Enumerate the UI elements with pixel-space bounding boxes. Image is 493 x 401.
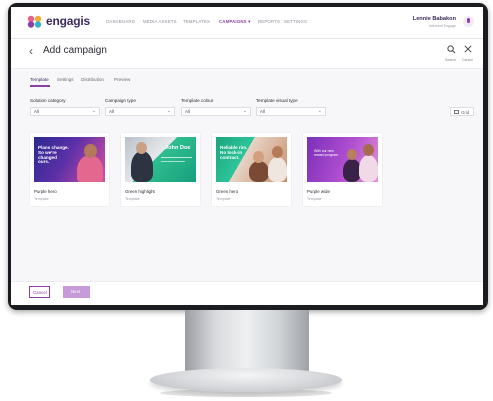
chevron-down-icon: ⌄ (91, 108, 96, 114)
nav-settings[interactable]: SETTINGS (284, 19, 307, 24)
template-thumbnail: John Doe (125, 137, 196, 182)
person-head (84, 144, 97, 158)
filter-label-template-colour: Template colour (181, 98, 214, 103)
back-chevron-left-icon[interactable]: ‹ (29, 44, 33, 58)
person-head (253, 151, 264, 163)
person-image (268, 157, 287, 182)
tab-distribution[interactable]: Distribution (81, 77, 104, 82)
brand-name: engagis (46, 14, 90, 28)
thumbnail-headline: John Doe (165, 145, 191, 151)
next-button[interactable]: Next (63, 286, 90, 298)
select-value: All (185, 109, 190, 114)
person-head (363, 144, 374, 156)
monitor-stand-neck (185, 310, 309, 374)
tab-template[interactable]: Template (30, 77, 49, 82)
monitor-stand-base (150, 368, 342, 392)
solution-category-select[interactable]: All ⌄ (30, 107, 100, 116)
template-subtitle: Template (125, 197, 140, 201)
active-tab-indicator (30, 85, 50, 87)
tab-preview[interactable]: Preview (114, 77, 130, 82)
template-card-purple-hero[interactable]: Plans change. So we're changed ours. Pur… (30, 133, 109, 206)
person-head (272, 146, 283, 158)
thumbnail-rule (161, 157, 192, 158)
template-colour-select[interactable]: All ⌄ (181, 107, 251, 116)
template-card-green-highlight[interactable]: John Doe Green highlight Template (121, 133, 200, 206)
select-value: All (260, 109, 265, 114)
nav-templates[interactable]: TEMPLATES (183, 19, 210, 24)
select-value: All (109, 109, 114, 114)
filter-label-solution-category: Solution category (30, 98, 66, 103)
template-subtitle: Template (307, 197, 322, 201)
template-title: Green hero (216, 189, 239, 194)
grid-label: Grid (461, 109, 470, 115)
nav-media-assets[interactable]: MEDIA ASSETS (143, 19, 177, 24)
template-thumbnail: Reliable rim. No lock-in contract. (216, 137, 287, 182)
cancel-button[interactable]: Cancel (29, 286, 50, 298)
person-head (136, 142, 147, 154)
template-title: Green highlight (125, 189, 155, 194)
nav-campaigns[interactable]: CAMPAIGNS ▾ (219, 19, 251, 25)
thumbnail-headline: Plans change. So we're changed ours. (38, 145, 69, 165)
grid-icon (454, 110, 459, 114)
filter-label-campaign-type: Campaign type (105, 98, 136, 103)
template-title: Purple wide (307, 189, 330, 194)
template-title: Purple hero (34, 189, 57, 194)
user-organization: Intersect Engage (428, 24, 456, 28)
template-visual-type-select[interactable]: All ⌄ (256, 107, 326, 116)
nav-reports[interactable]: REPORTS (258, 19, 280, 24)
person-image (249, 161, 269, 182)
template-card-purple-wide[interactable]: With our new reward program Purple wide … (303, 133, 382, 206)
thumbnail-headline: Reliable rim. No lock-in contract. (220, 145, 248, 160)
thumbnail-headline: With our new reward program (314, 149, 338, 157)
template-subtitle: Template (34, 197, 49, 201)
engagis-logo-icon (27, 15, 42, 28)
template-card-green-hero[interactable]: Reliable rim. No lock-in contract. Green… (212, 133, 291, 206)
tab-settings[interactable]: Settings (57, 77, 74, 82)
template-thumbnail: Plans change. So we're changed ours. (34, 137, 105, 182)
campaign-type-select[interactable]: All ⌄ (105, 107, 175, 116)
avatar[interactable] (463, 16, 474, 27)
page-title: Add campaign (43, 45, 107, 56)
nav-dashboard[interactable]: DASHBOARD (106, 19, 135, 24)
template-subtitle: Template (216, 197, 231, 201)
search-icon[interactable] (447, 45, 456, 54)
cancel-label[interactable]: Cancel (462, 58, 473, 62)
close-icon[interactable] (464, 45, 472, 53)
thumbnail-rule (161, 161, 185, 162)
chevron-down-icon: ⌄ (317, 108, 322, 114)
chevron-down-icon: ⌄ (166, 108, 171, 114)
chevron-down-icon: ⌄ (242, 108, 247, 114)
person-image (77, 155, 103, 182)
grid-view-toggle[interactable]: Grid (450, 107, 474, 116)
cancel-button-label: Cancel (33, 290, 47, 295)
filter-label-template-visual-type: Template visual type (256, 98, 298, 103)
select-value: All (34, 109, 39, 114)
next-button-label: Next (71, 289, 81, 294)
user-name[interactable]: Lennie Babakon (413, 16, 456, 22)
app-screen: engagis DASHBOARD MEDIA ASSETS TEMPLATES… (11, 7, 483, 305)
person-image (359, 155, 378, 182)
person-head (347, 149, 357, 160)
person-image (131, 151, 153, 182)
top-navigation-bar: engagis DASHBOARD MEDIA ASSETS TEMPLATES… (11, 7, 483, 39)
template-thumbnail: With our new reward program (307, 137, 378, 182)
search-label[interactable]: Search (445, 58, 456, 62)
